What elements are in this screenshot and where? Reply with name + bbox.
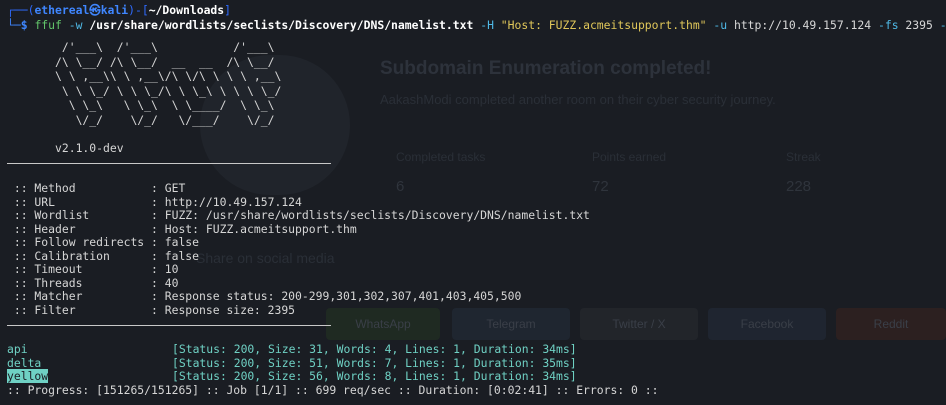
result-row: api [7,342,28,356]
config-row: :: Filter : Response size: 2395 [7,303,295,317]
config-key: :: Follow redirects [7,235,152,249]
config-row: :: Timeout : 10 [7,262,179,276]
config-key: :: Filter [7,302,152,317]
config-value: : 10 [151,262,179,276]
result-status: [Status: 200, Size: 51, Words: 7, Lines:… [172,355,577,370]
result-row: delta [7,356,41,370]
result-row: yellow [7,369,49,383]
result-status: [Status: 200, Size: 31, Words: 4, Lines:… [172,342,577,356]
result-word: delta [7,355,42,370]
flag-w: -w [61,18,90,32]
wordlist-path: /usr/share/wordlists/seclists/Discovery/… [89,18,474,32]
config-key: :: Calibration [7,248,152,263]
config-row: :: Header : Host: FUZZ.acmeitsupport.thm [7,222,357,236]
config-row: :: URL : http://10.49.157.124 [7,195,302,209]
config-key: :: Threads [7,275,152,290]
config-row: :: Method : GET [7,181,185,195]
config-row: :: Threads : 40 [7,275,179,290]
prompt-line-top: ┌──(ethereal㉿kali)-[~/Downloads] [7,3,231,17]
terminal-window[interactable]: ┌──(ethereal㉿kali)-[~/Downloads] └─$ ffu… [0,0,946,405]
result-word: api [7,342,28,356]
config-key: :: Wordlist [7,208,152,222]
config-value: : 40 [151,275,179,290]
divider-bottom [7,325,331,326]
config-value: : Response size: 2395 [151,302,296,317]
config-key: :: Timeout [7,262,152,276]
result-status: [Status: 200, Size: 56, Words: 8, Lines:… [172,369,577,383]
config-row: :: Calibration : false [7,249,199,263]
prompt-path: ~/Downloads [148,3,225,17]
flag-c: -c [939,18,946,32]
ffuf-version: v2.1.0-dev [7,141,124,155]
config-value: : GET [151,181,186,195]
filter-size: 2395 [905,18,933,32]
config-row: :: Matcher : Response status: 200-299,30… [7,289,522,303]
progress-line: :: Progress: [151265/151265] :: Job [1/1… [7,382,659,397]
flag-h: -H [473,18,501,32]
config-row: :: Wordlist : FUZZ: /usr/share/wordlists… [7,208,590,222]
config-value: : Response status: 200-299,301,302,307,4… [151,289,522,303]
ffuf-ascii-logo: /'___\ /'___\ /'___\ /\ \__/ /\ \__/ __ … [55,40,282,127]
prompt-user: ethereal㉿kali [34,3,129,17]
config-row: :: Follow redirects : false [7,235,199,249]
config-key: :: Header [7,221,152,236]
config-value: : Host: FUZZ.acmeitsupport.thm [151,221,357,236]
config-value: : false [151,248,200,263]
config-key: :: Method [7,181,152,195]
config-value: : false [151,235,200,249]
flag-u: -u [706,18,734,32]
prompt-end: ] [224,3,231,17]
flag-fs: -fs [871,18,906,32]
config-key: :: Matcher [7,289,152,303]
header-string: "Host: FUZZ.acmeitsupport.thm" [500,18,707,32]
command-line[interactable]: └─$ ffuf -w /usr/share/wordlists/seclist… [7,18,946,32]
result-word-highlighted: yellow [7,369,49,383]
divider-top [7,163,331,164]
prompt-sep: )-[ [128,3,149,17]
config-key: :: URL [7,194,152,209]
prompt-corner: ┌──( [7,3,35,17]
command-name: ffuf [34,18,62,32]
config-value: : http://10.49.157.124 [151,194,302,209]
prompt-symbol: └─$ [7,18,35,32]
target-url: http://10.49.157.124 [733,18,872,32]
config-value: : FUZZ: /usr/share/wordlists/seclists/Di… [151,208,590,222]
